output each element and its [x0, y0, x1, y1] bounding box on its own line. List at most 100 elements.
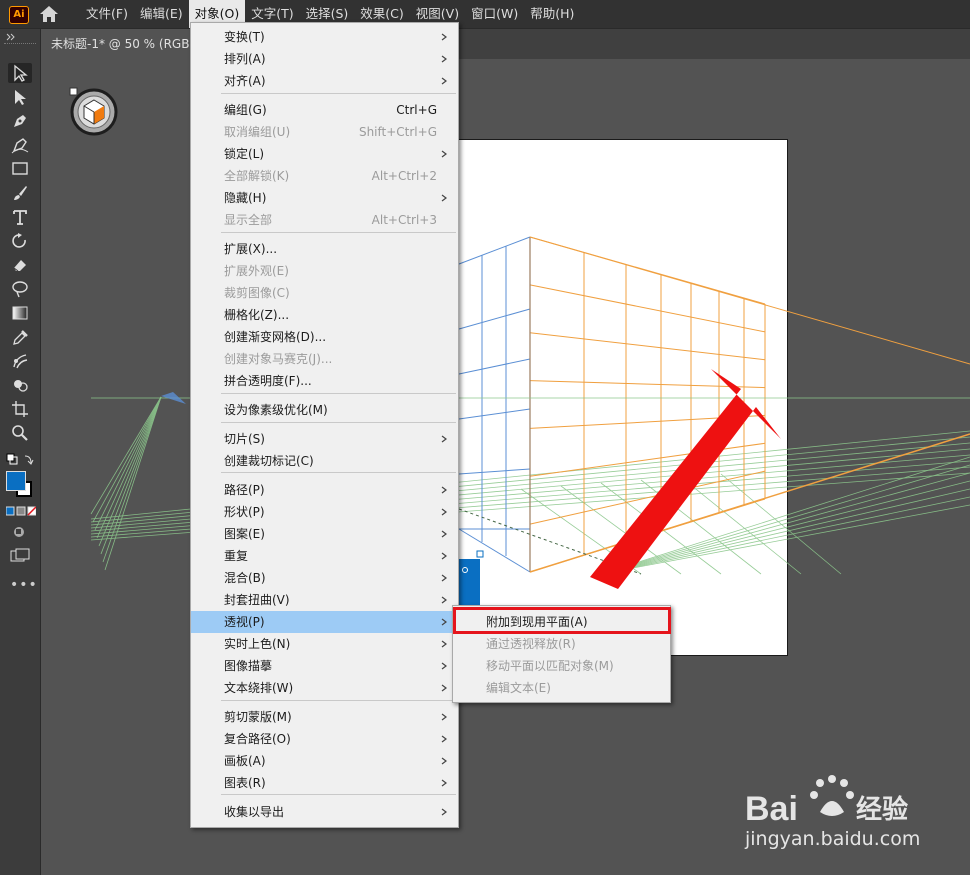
chevron-right-icon [441, 33, 447, 41]
perspective-widget[interactable] [68, 86, 120, 138]
rotate-tool[interactable] [8, 231, 32, 251]
object-menu-item-23[interactable]: 混合(B) [191, 567, 458, 589]
menu-item-label: 图表(R) [224, 776, 266, 790]
object-menu-item-1[interactable]: 排列(A) [191, 48, 458, 70]
fill-stroke-swatch[interactable] [6, 471, 36, 501]
eraser-tool[interactable] [8, 255, 32, 275]
fill-swatch[interactable] [6, 471, 26, 491]
object-menu-item-33[interactable]: 收集以导出 [191, 801, 458, 823]
object-menu-item-24[interactable]: 封套扭曲(V) [191, 589, 458, 611]
object-menu-item-0[interactable]: 变换(T) [191, 26, 458, 48]
baidu-watermark: Bai 经验 jingyan.baidu.com [740, 770, 965, 860]
menu-item-label: 画板(A) [224, 754, 266, 768]
shape-builder-tool[interactable] [8, 375, 32, 395]
paintbrush-icon [14, 186, 27, 200]
swap-fill-stroke-icon[interactable] [6, 453, 34, 467]
selection-arrow-icon [14, 64, 28, 82]
object-menu-item-9[interactable]: 扩展(X)... [191, 238, 458, 260]
chevron-right-icon [441, 757, 447, 765]
object-menu-item-21[interactable]: 图案(E) [191, 523, 458, 545]
menu-item-shortcut: Shift+Ctrl+G [358, 125, 437, 139]
home-icon[interactable] [38, 4, 60, 24]
chevron-right-icon [441, 77, 447, 85]
menu-item-label: 扩展外观(E) [224, 264, 289, 278]
object-menu-item-28[interactable]: 文本绕排(W) [191, 677, 458, 699]
object-menu-item-25[interactable]: 透视(P) [191, 611, 458, 633]
puppet-warp-tool[interactable] [8, 351, 32, 371]
artboard-tool[interactable] [8, 399, 32, 419]
object-menu-item-29[interactable]: 剪切蒙版(M) [191, 706, 458, 728]
object-menu-item-17[interactable]: 切片(S) [191, 428, 458, 450]
menu-item-label: 路径(P) [224, 483, 265, 497]
eyedropper-tool[interactable] [8, 327, 32, 347]
pen-tool[interactable] [8, 111, 32, 131]
object-menu-item-18[interactable]: 创建裁切标记(C) [191, 450, 458, 472]
object-menu-item-19[interactable]: 路径(P) [191, 479, 458, 501]
selection-tool[interactable] [8, 63, 32, 83]
object-menu-item-3[interactable]: 编组(G) Ctrl+G [191, 99, 458, 121]
collapse-panel-icon[interactable] [6, 33, 16, 41]
paintbrush-tool[interactable] [8, 183, 32, 203]
selection-handle[interactable] [476, 550, 484, 558]
submenu-item-label: 通过透视释放(R) [486, 637, 576, 651]
object-menu-item-7[interactable]: 隐藏(H) [191, 187, 458, 209]
lasso-tool[interactable] [8, 279, 32, 299]
chevron-right-icon [441, 552, 447, 560]
menu-item-label: 创建渐变网格(D)... [224, 330, 327, 344]
menu-separator [221, 700, 456, 701]
menu-item-label: 拼合透明度(F)... [224, 374, 312, 388]
object-menu-item-2[interactable]: 对齐(A) [191, 70, 458, 92]
menu-item-label: 收集以导出 [224, 805, 285, 819]
tools-panel: ••• [0, 29, 41, 875]
object-menu-item-26[interactable]: 实时上色(N) [191, 633, 458, 655]
submenu-item-label: 移动平面以匹配对象(M) [486, 659, 614, 673]
menu-item-shortcut: Alt+Ctrl+3 [371, 213, 437, 227]
menu-item-label: 封套扭曲(V) [224, 593, 290, 607]
menu-1[interactable]: 编辑(E) [134, 0, 189, 28]
object-menu-item-27[interactable]: 图像描摹 [191, 655, 458, 677]
direct-selection-tool[interactable] [8, 87, 32, 107]
screen-mode-icon[interactable] [10, 548, 30, 564]
menu-item-shortcut: Alt+Ctrl+2 [371, 169, 437, 183]
chevron-right-icon [441, 662, 447, 670]
menu-item-label: 变换(T) [224, 30, 265, 44]
menu-item-label: 对齐(A) [224, 74, 266, 88]
canvas-area[interactable] [41, 59, 970, 875]
brand-bai: Bai [745, 790, 798, 828]
object-menu-item-5[interactable]: 锁定(L) [191, 143, 458, 165]
object-menu-item-22[interactable]: 重复 [191, 545, 458, 567]
menu-0[interactable]: 文件(F) [80, 0, 134, 28]
object-menu-item-14: 创建对象马赛克(J)... [191, 348, 458, 370]
object-menu-item-15[interactable]: 拼合透明度(F)... [191, 370, 458, 392]
chevron-right-icon [441, 508, 447, 516]
object-menu-item-30[interactable]: 复合路径(O) [191, 728, 458, 750]
menu-item-label: 切片(S) [224, 432, 265, 446]
perspective-submenu-item-1: 通过透视释放(R) [453, 633, 670, 655]
pen-icon [14, 115, 26, 127]
object-menu-item-31[interactable]: 画板(A) [191, 750, 458, 772]
app-logo: Ai [9, 6, 29, 24]
object-menu-item-12[interactable]: 栅格化(Z)... [191, 304, 458, 326]
object-menu-item-20[interactable]: 形状(P) [191, 501, 458, 523]
gradient-tool[interactable] [8, 303, 32, 323]
rectangle-tool[interactable] [8, 159, 32, 179]
curvature-tool[interactable] [8, 135, 32, 155]
object-menu-item-16[interactable]: 设为像素级优化(M) [191, 399, 458, 421]
object-menu-item-32[interactable]: 图表(R) [191, 772, 458, 794]
object-menu-item-13[interactable]: 创建渐变网格(D)... [191, 326, 458, 348]
document-tab-bar: 未标题-1* @ 50 % (RGB [40, 29, 970, 59]
menu-item-label: 设为像素级优化(M) [224, 403, 328, 417]
chevron-right-icon [441, 596, 447, 604]
color-mode-icons[interactable] [6, 506, 36, 516]
more-tools-icon[interactable]: ••• [10, 577, 38, 593]
menu-7[interactable]: 窗口(W) [465, 0, 524, 28]
menu-item-label: 透视(P) [224, 615, 265, 629]
shape-builder-icon [14, 380, 28, 392]
chevron-right-icon [441, 684, 447, 692]
rotate-icon [12, 233, 26, 248]
type-tool[interactable] [8, 207, 32, 227]
zoom-tool[interactable] [8, 423, 32, 443]
perspective-submenu-item-3: 编辑文本(E) [453, 677, 670, 699]
menu-8[interactable]: 帮助(H) [524, 0, 580, 28]
draw-mode-icon[interactable] [11, 524, 29, 540]
